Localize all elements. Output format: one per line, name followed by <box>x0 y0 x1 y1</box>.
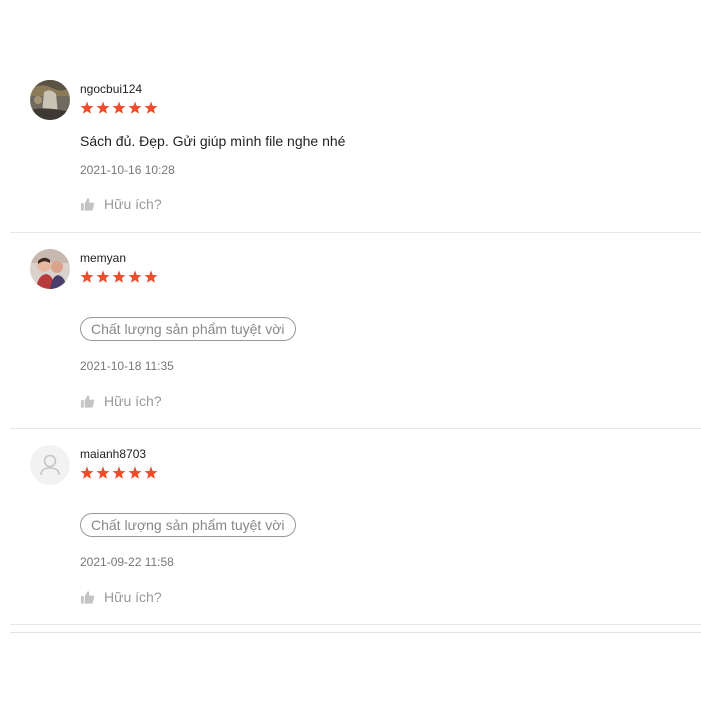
rating-stars <box>80 101 158 115</box>
star-icon <box>112 101 126 114</box>
star-icon <box>144 270 158 283</box>
star-icon <box>96 466 110 479</box>
avatar[interactable] <box>30 445 70 485</box>
star-icon <box>128 101 142 114</box>
helpful-label: Hữu ích? <box>104 393 162 409</box>
avatar[interactable] <box>30 80 70 120</box>
helpful-button[interactable]: Hữu ích? <box>80 196 162 212</box>
review-date: 2021-10-16 10:28 <box>80 163 175 177</box>
reviewer-username[interactable]: memyan <box>80 251 126 265</box>
star-icon <box>128 270 142 283</box>
review-item: ngocbui124 Sách đủ. Đẹp. Gửi giúp mình f… <box>10 0 701 233</box>
reviewer-username[interactable]: ngocbui124 <box>80 82 142 96</box>
review-comment: Sách đủ. Đẹp. Gửi giúp mình file nghe nh… <box>80 133 346 149</box>
review-date: 2021-09-22 11:58 <box>80 555 174 569</box>
star-icon <box>96 101 110 114</box>
review-item: maianh8703 Chất lượng sản phẩm tuyệt vời… <box>10 429 701 625</box>
helpful-button[interactable]: Hữu ích? <box>80 589 162 605</box>
star-icon <box>112 466 126 479</box>
helpful-label: Hữu ích? <box>104 589 162 605</box>
review-list: ngocbui124 Sách đủ. Đẹp. Gửi giúp mình f… <box>0 0 701 701</box>
star-icon <box>80 101 94 114</box>
review-tag: Chất lượng sản phẩm tuyệt vời <box>80 513 296 537</box>
thumbs-up-icon <box>80 590 95 604</box>
avatar-photo <box>30 80 70 120</box>
star-icon <box>128 466 142 479</box>
review-date: 2021-10-18 11:35 <box>80 359 174 373</box>
avatar[interactable] <box>30 249 70 289</box>
thumbs-up-icon <box>80 197 95 211</box>
star-icon <box>144 466 158 479</box>
list-divider <box>10 632 701 633</box>
helpful-button[interactable]: Hữu ích? <box>80 393 162 409</box>
star-icon <box>96 270 110 283</box>
review-item: memyan Chất lượng sản phẩm tuyệt vời 202… <box>10 233 701 429</box>
avatar-photo <box>30 249 70 289</box>
reviewer-username[interactable]: maianh8703 <box>80 447 146 461</box>
star-icon <box>80 466 94 479</box>
thumbs-up-icon <box>80 394 95 408</box>
review-tag: Chất lượng sản phẩm tuyệt vời <box>80 317 296 341</box>
rating-stars <box>80 270 158 284</box>
default-user-icon <box>30 445 70 485</box>
helpful-label: Hữu ích? <box>104 196 162 212</box>
rating-stars <box>80 466 158 480</box>
star-icon <box>144 101 158 114</box>
star-icon <box>80 270 94 283</box>
star-icon <box>112 270 126 283</box>
